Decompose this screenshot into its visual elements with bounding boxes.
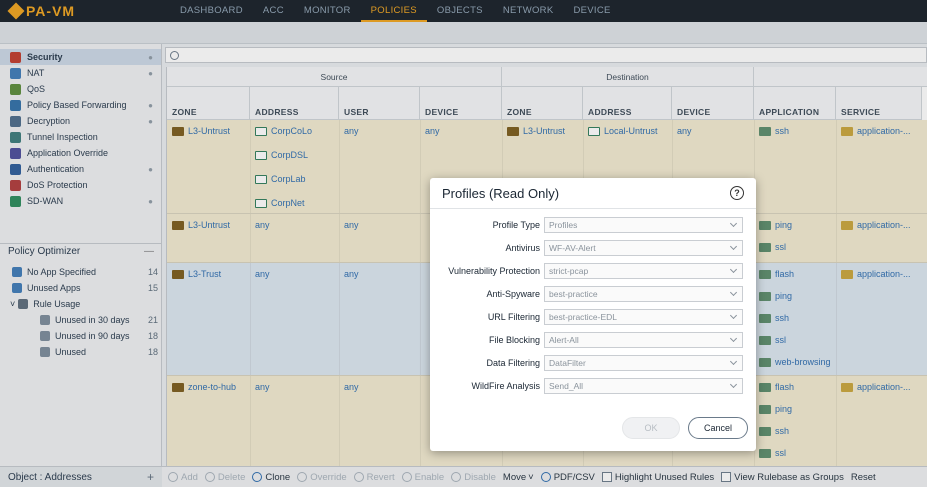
field-label: Data Filtering <box>486 357 540 368</box>
profile-select[interactable]: best-practice <box>544 285 743 302</box>
profile-select[interactable]: Alert-All <box>544 331 743 348</box>
field-label: URL Filtering <box>487 311 540 322</box>
field-label: Vulnerability Protection <box>448 265 540 276</box>
field-label: Anti-Spyware <box>486 288 540 299</box>
chevron-down-icon <box>729 311 738 319</box>
field-anti-spyware: Anti-Spyware best-practice <box>430 285 756 302</box>
field-wildfire-analysis: WildFire Analysis Send_All <box>430 377 756 394</box>
field-profile-type: Profile Type Profiles <box>430 216 756 233</box>
chevron-down-icon <box>729 334 738 342</box>
select-value: DataFilter <box>549 357 586 368</box>
profile-select[interactable]: strict-pcap <box>544 262 743 279</box>
select-value: Profiles <box>549 219 578 230</box>
divider <box>430 208 756 209</box>
chevron-down-icon <box>729 357 738 365</box>
select-value: strict-pcap <box>549 265 589 276</box>
select-value: best-practice <box>549 288 598 299</box>
profile-select[interactable]: Send_All <box>544 377 743 394</box>
chevron-down-icon <box>729 288 738 296</box>
cancel-button[interactable]: Cancel <box>688 417 748 439</box>
profile-select[interactable]: DataFilter <box>544 354 743 371</box>
ok-button[interactable]: OK <box>622 417 680 439</box>
select-value: Alert-All <box>549 334 579 345</box>
field-label: File Blocking <box>488 334 540 345</box>
chevron-down-icon <box>729 242 738 250</box>
field-label: Profile Type <box>492 219 540 230</box>
select-value: WF-AV-Alert <box>549 242 596 253</box>
select-value: Send_All <box>549 380 584 391</box>
profile-select[interactable]: WF-AV-Alert <box>544 239 743 256</box>
help-icon[interactable]: ? <box>730 186 744 200</box>
field-label: WildFire Analysis <box>471 380 540 391</box>
field-antivirus: Antivirus WF-AV-Alert <box>430 239 756 256</box>
field-data-filtering: Data Filtering DataFilter <box>430 354 756 371</box>
profiles-dialog: Profiles (Read Only) ? Profile Type Profi… <box>430 178 756 451</box>
field-label: Antivirus <box>505 242 540 253</box>
dialog-title: Profiles (Read Only) <box>442 186 560 201</box>
field-url-filtering: URL Filtering best-practice-EDL <box>430 308 756 325</box>
profile-select[interactable]: Profiles <box>544 216 743 233</box>
chevron-down-icon <box>729 265 738 273</box>
select-value: best-practice-EDL <box>549 311 618 322</box>
profile-select[interactable]: best-practice-EDL <box>544 308 743 325</box>
chevron-down-icon <box>729 380 738 388</box>
chevron-down-icon <box>729 219 738 227</box>
field-vulnerability-protection: Vulnerability Protection strict-pcap <box>430 262 756 279</box>
field-file-blocking: File Blocking Alert-All <box>430 331 756 348</box>
